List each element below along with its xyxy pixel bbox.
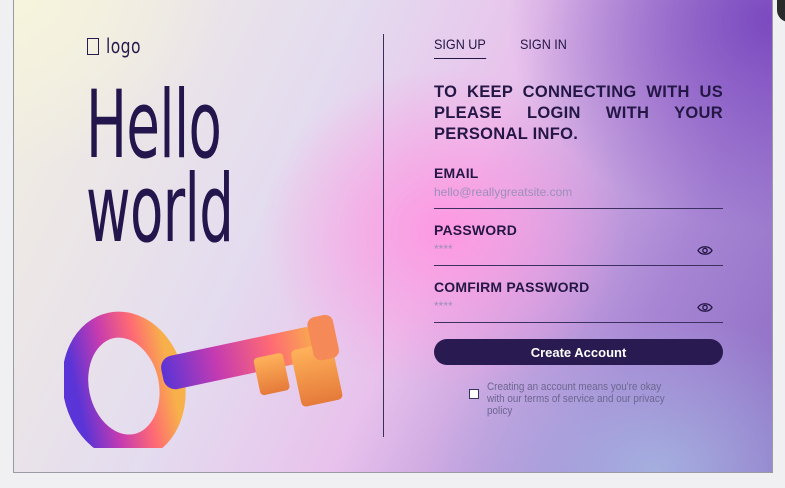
vertical-divider	[383, 34, 384, 437]
eye-icon[interactable]	[697, 245, 713, 256]
terms-checkbox[interactable]	[469, 389, 479, 399]
password-label: PASSWORD	[434, 222, 518, 238]
key-illustration	[64, 311, 343, 448]
hero-line-2: world	[86, 155, 234, 264]
email-field[interactable]: EMAIL hello@reallygreatsite.com	[434, 165, 723, 209]
password-field[interactable]: PASSWORD ****	[434, 222, 723, 266]
email-label: EMAIL	[434, 165, 479, 181]
signup-card: logo Hello world SIGN UP SIGN IN TO KEEP…	[13, 0, 773, 473]
logo: logo	[87, 34, 151, 58]
tab-sign-in[interactable]: SIGN IN	[520, 36, 567, 59]
auth-tabs: SIGN UP SIGN IN	[434, 36, 572, 59]
terms-text: Creating an account means you're okay wi…	[487, 381, 665, 417]
terms-row: Creating an account means you're okay wi…	[469, 381, 702, 417]
logo-box-icon	[87, 37, 99, 55]
confirm-password-label: COMFIRM PASSWORD	[434, 279, 590, 295]
tab-sign-up[interactable]: SIGN UP	[434, 36, 486, 59]
eye-icon[interactable]	[697, 302, 713, 313]
logo-text: logo	[106, 34, 141, 58]
create-account-button[interactable]: Create Account	[434, 339, 723, 365]
window-corner	[777, 0, 785, 22]
headline: TO KEEP CONNECTING WITH US PLEASE LOGIN …	[434, 83, 723, 143]
email-input[interactable]: hello@reallygreatsite.com	[434, 185, 723, 199]
confirm-password-field[interactable]: COMFIRM PASSWORD ****	[434, 279, 723, 323]
confirm-password-input[interactable]: ****	[434, 299, 723, 313]
password-input[interactable]: ****	[434, 242, 723, 256]
hero-heading: Hello world	[86, 79, 234, 264]
